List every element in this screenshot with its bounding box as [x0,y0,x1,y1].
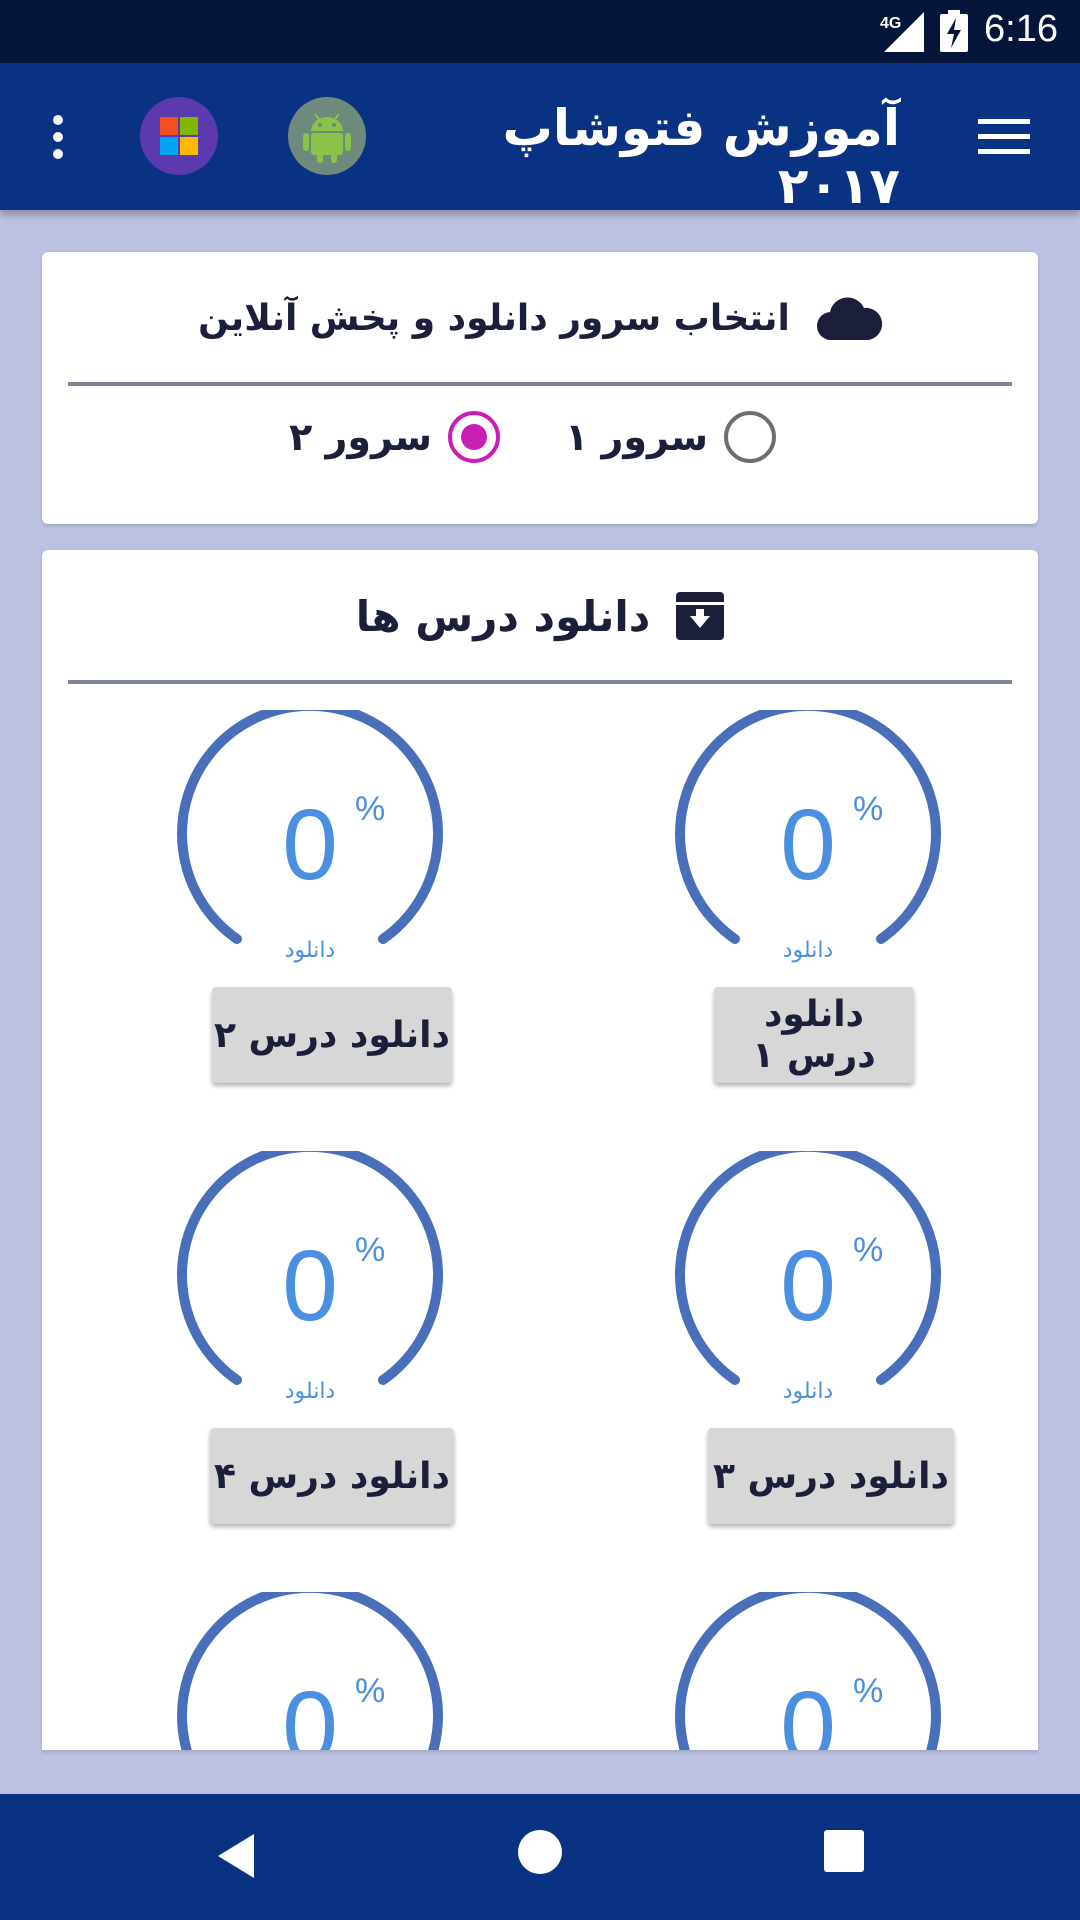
progress-gauge: 0 % [673,1582,943,1750]
system-nav-bar [0,1794,1080,1920]
server-2-radio[interactable]: سرور ۲ [289,402,500,472]
server-2-label: سرور ۲ [289,415,432,459]
server-1-radio[interactable]: سرور ۱ [565,402,776,472]
download-lesson-2-button[interactable]: دانلود درس ۲ [212,987,452,1083]
lessons-card: دانلود درس ها 0 % دانلود دانلود درس ۱ 0 … [42,550,1038,1750]
progress-gauge: 0 % دانلود [673,700,943,963]
divider [68,382,1012,386]
back-icon[interactable] [216,1832,256,1880]
recents-icon[interactable] [824,1830,864,1872]
signal-icon: 4G [880,12,924,52]
cloud-icon [816,297,882,340]
status-bar: 4G 6:16 [0,0,1080,63]
windows-button[interactable] [140,97,218,175]
progress-percent-sign: % [853,1231,884,1269]
home-icon[interactable] [518,1830,562,1874]
gauge-label: دانلود [284,1379,336,1404]
progress-percent-sign: % [355,790,386,828]
status-time: 6:16 [984,8,1058,50]
archive-download-icon [676,592,725,640]
divider [68,680,1012,684]
app-bar: آموزش فتوشاپ ۲۰۱۷ [0,63,1080,215]
gauge-label: دانلود [782,1379,834,1404]
progress-value: 0 [282,789,338,901]
progress-value: 0 [780,1230,836,1342]
download-lesson-4-button[interactable]: دانلود درس ۴ [210,1428,454,1524]
android-icon [303,113,351,163]
server-1-label: سرور ۱ [565,415,708,459]
radio-circle-selected [448,411,500,463]
gauge-label: دانلود [284,938,336,963]
windows-icon [160,117,198,155]
lessons-card-title: دانلود درس ها [355,591,651,641]
android-button[interactable] [288,97,366,175]
download-lesson-3-button[interactable]: دانلود درس ۳ [708,1428,954,1524]
server-card-header: انتخاب سرور دانلود و پخش آنلاین [42,252,1038,384]
progress-percent-sign: % [355,1672,386,1710]
gauge-label: دانلود [782,938,834,963]
radio-circle [724,411,776,463]
more-vert-icon[interactable] [46,113,70,161]
download-lesson-1-button[interactable]: دانلود درس ۱ [714,987,914,1083]
server-selection-card: انتخاب سرور دانلود و پخش آنلاین سرور ۱ س… [42,252,1038,524]
progress-percent-sign: % [355,1231,386,1269]
progress-percent-sign: % [853,1672,884,1710]
battery-charging-icon [940,10,968,52]
progress-value: 0 [282,1230,338,1342]
server-radio-group: سرور ۱ سرور ۲ [42,402,1038,472]
progress-gauge: 0 % [175,1582,445,1750]
progress-value: 0 [780,789,836,901]
server-card-title: انتخاب سرور دانلود و پخش آنلاین [198,297,790,339]
svg-text:4G: 4G [880,15,901,32]
progress-value: 0 [780,1671,836,1750]
progress-value: 0 [282,1671,338,1750]
progress-gauge: 0 % دانلود [673,1141,943,1404]
lessons-card-header: دانلود درس ها [42,550,1038,682]
progress-percent-sign: % [853,790,884,828]
hamburger-menu-icon[interactable] [978,117,1030,157]
progress-gauge: 0 % دانلود [175,1141,445,1404]
progress-gauge: 0 % دانلود [175,700,445,963]
app-title: آموزش فتوشاپ ۲۰۱۷ [502,99,900,215]
